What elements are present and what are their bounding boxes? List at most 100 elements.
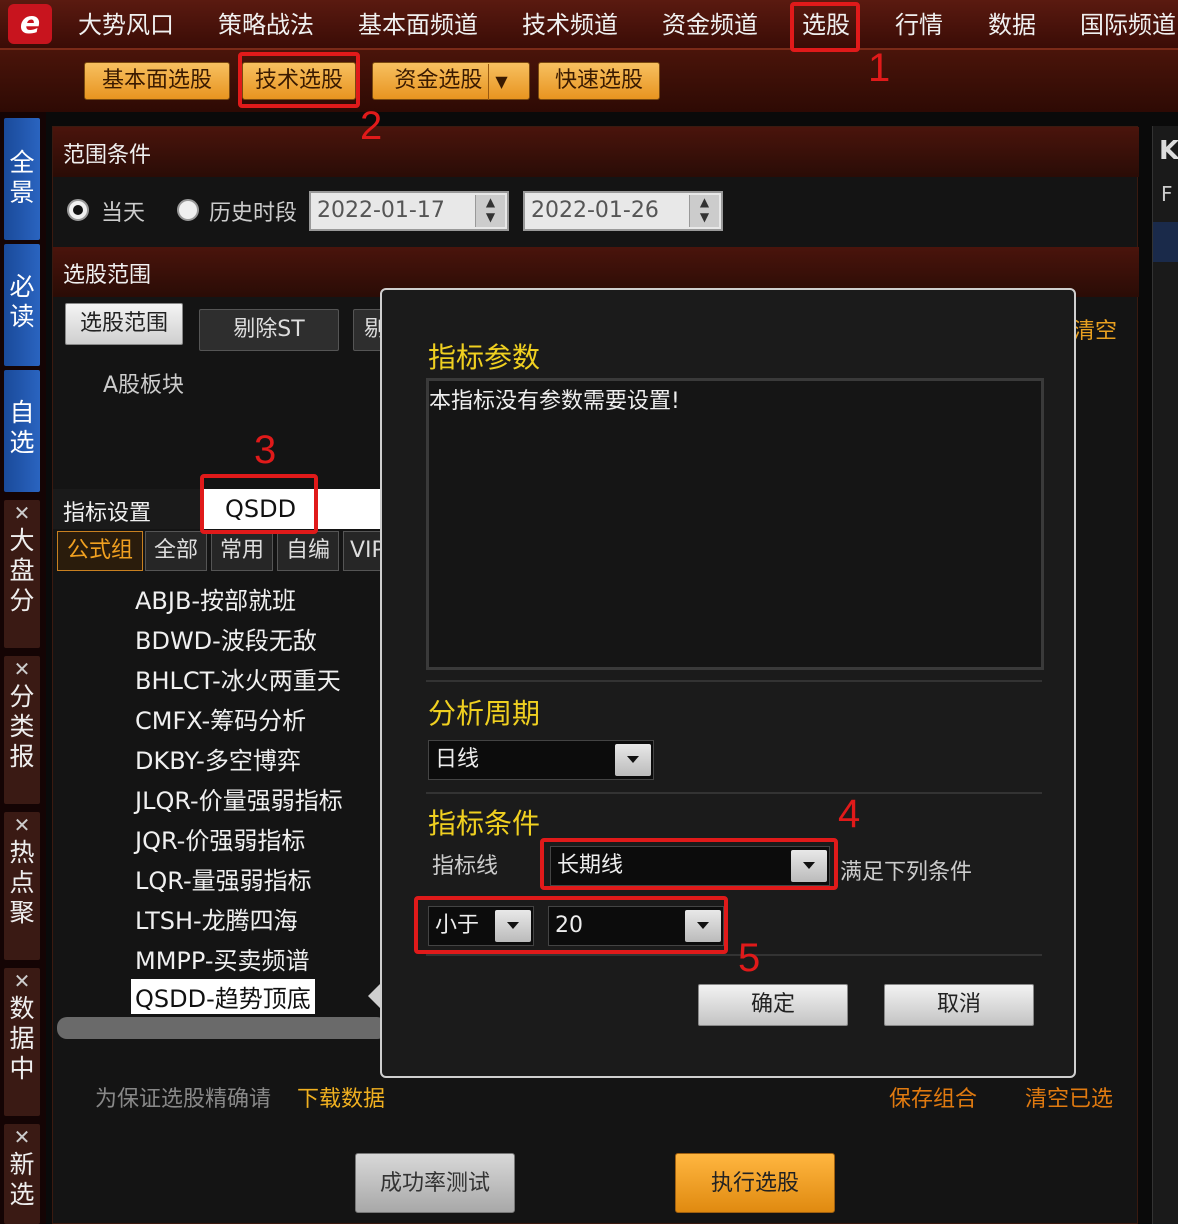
close-icon[interactable]: ✕ [4,1124,40,1150]
capital-pick-label: 资金选股 [394,68,483,93]
left-tab-must-read[interactable]: 必读 [4,244,40,366]
tab-all[interactable]: 全部 [145,531,207,571]
left-tab-market-overview[interactable]: ✕ 大盘分 [4,500,40,648]
exclude-st-button[interactable]: 剔除ST [199,309,339,351]
list-item[interactable]: JLQR-价量强弱指标 [135,781,343,816]
divider [426,792,1042,794]
left-tab-label: 新选 [9,1150,35,1209]
indicator-bar: 指标设置 QSDD [53,489,383,529]
today-label: 当天 [101,201,146,226]
tab-common[interactable]: 常用 [211,531,273,571]
tab-custom[interactable]: 自编 [277,531,339,571]
run-stock-pick-button[interactable]: 执行选股 [675,1153,835,1213]
sub-toolbar: 基本面选股 技术选股 资金选股 ▼ 快速选股 [0,50,1178,112]
left-tab-label: 大盘分 [9,526,35,615]
chevron-down-icon[interactable] [615,744,651,776]
capital-pick-button[interactable]: 资金选股 ▼ [372,62,530,100]
nav-item-trend[interactable]: 大势风口 [78,0,174,50]
left-tab-label: 分类报 [9,682,35,771]
quick-pick-button[interactable]: 快速选股 [538,62,660,100]
params-text: 本指标没有参数需要设置! [429,389,680,414]
divider [426,954,1042,956]
period-select[interactable]: 日线 [428,740,654,780]
indicator-search-input[interactable]: QSDD [203,489,383,529]
top-nav: e 大势风口 策略战法 基本面频道 技术频道 资金频道 选股 行情 数据 国际频… [0,0,1178,50]
technical-pick-button[interactable]: 技术选股 [242,62,356,100]
left-tab-data-center[interactable]: ✕ 数据中 [4,968,40,1116]
close-icon[interactable]: ✕ [4,812,40,838]
params-title: 指标参数 [428,341,541,374]
params-box: 本指标没有参数需要设置! [426,378,1044,670]
chevron-down-icon[interactable] [495,910,531,942]
list-item[interactable]: JQR-价强弱指标 [135,821,305,856]
list-item[interactable]: BDWD-波段无敌 [135,621,317,656]
list-item[interactable]: MMPP-买卖频谱 [135,941,310,976]
indicator-line-select[interactable]: 长期线 [550,846,830,886]
history-radio[interactable] [177,199,199,221]
list-item[interactable]: DKBY-多空博弈 [135,741,301,776]
nav-item-strategy[interactable]: 策略战法 [218,0,314,50]
nav-item-stock-picker[interactable]: 选股 [802,0,850,50]
range-title: 范围条件 [63,143,152,168]
left-tab-hot-topics[interactable]: ✕ 热点聚 [4,812,40,960]
list-item[interactable]: BHLCT-冰火两重天 [135,661,341,696]
annotation-number-4: 4 [838,792,861,836]
annotation-number-5: 5 [738,936,761,980]
success-rate-test-button[interactable]: 成功率测试 [355,1153,515,1213]
nav-item-fundamental[interactable]: 基本面频道 [358,0,478,50]
left-tab-watchlist[interactable]: 自选 [4,370,40,492]
operator-value: 小于 [435,913,480,938]
operator-select[interactable]: 小于 [428,906,534,946]
date-spinner-icon[interactable]: ▲ ▼ [475,195,505,227]
chevron-down-icon[interactable] [791,850,827,882]
close-icon[interactable]: ✕ [4,656,40,682]
download-data-link[interactable]: 下载数据 [297,1081,385,1113]
nav-item-quotes[interactable]: 行情 [895,0,943,50]
horizontal-scrollbar[interactable] [57,1017,387,1039]
scope-range-button[interactable]: 选股范围 [65,303,183,345]
chevron-down-icon[interactable]: ▼ [488,64,508,100]
nav-item-data[interactable]: 数据 [988,0,1036,50]
clear-selected-link[interactable]: 清空已选 [1025,1081,1113,1113]
satisfy-label: 满足下列条件 [840,860,973,885]
end-date-value: 2022-01-26 [531,198,659,223]
close-icon[interactable]: ✕ [4,500,40,526]
left-tab-overview[interactable]: 全景 [4,118,40,240]
left-tab-category-report[interactable]: ✕ 分类报 [4,656,40,804]
right-panel-tab[interactable] [1153,222,1178,262]
scope-title: 选股范围 [63,263,152,288]
annotation-number-2: 2 [360,104,383,148]
history-label: 历史时段 [209,201,298,226]
fundamental-pick-button[interactable]: 基本面选股 [84,62,230,100]
save-combo-link[interactable]: 保存组合 [889,1081,977,1113]
date-spinner-icon[interactable]: ▲ ▼ [689,195,719,227]
ok-button[interactable]: 确定 [698,984,848,1026]
download-notice: 为保证选股精确请 [95,1087,272,1112]
list-item[interactable]: ABJB-按部就班 [135,581,296,616]
indicator-dialog: 指标参数 本指标没有参数需要设置! 分析周期 日线 指标条件 指标线 长期线 满… [368,288,1076,1078]
selected-formula-item[interactable]: QSDD-趋势顶底 [131,979,315,1014]
scope-clear-link[interactable]: 清空 [1073,313,1117,345]
list-item[interactable]: CMFX-筹码分析 [135,701,306,736]
list-item[interactable]: LQR-量强弱指标 [135,861,312,896]
list-item[interactable]: LTSH-龙腾四海 [135,901,298,936]
nav-item-international[interactable]: 国际频道 [1080,0,1176,50]
tab-formula-group[interactable]: 公式组 [57,531,143,571]
cancel-button[interactable]: 取消 [884,984,1034,1026]
start-date-field[interactable]: 2022-01-17 ▲ ▼ [309,191,509,231]
close-icon[interactable]: ✕ [4,968,40,994]
nav-item-capital[interactable]: 资金频道 [662,0,758,50]
annotation-number-1: 1 [868,46,891,90]
chevron-down-icon[interactable] [685,910,721,942]
condition-title: 指标条件 [428,807,541,840]
tab-vip[interactable]: VIP [343,531,383,571]
start-date-value: 2022-01-17 [317,198,445,223]
left-tab-bar: 全景 必读 自选 ✕ 大盘分 ✕ 分类报 ✕ 热点聚 ✕ 数据中 ✕ 新选 [0,112,46,1224]
today-radio[interactable] [67,199,89,221]
period-value: 日线 [435,747,480,772]
left-tab-new-pick[interactable]: ✕ 新选 [4,1124,40,1224]
nav-item-technical[interactable]: 技术频道 [522,0,618,50]
threshold-select[interactable]: 20 [548,906,724,946]
a-share-sector-item[interactable]: A股板块 [103,367,184,399]
end-date-field[interactable]: 2022-01-26 ▲ ▼ [523,191,723,231]
